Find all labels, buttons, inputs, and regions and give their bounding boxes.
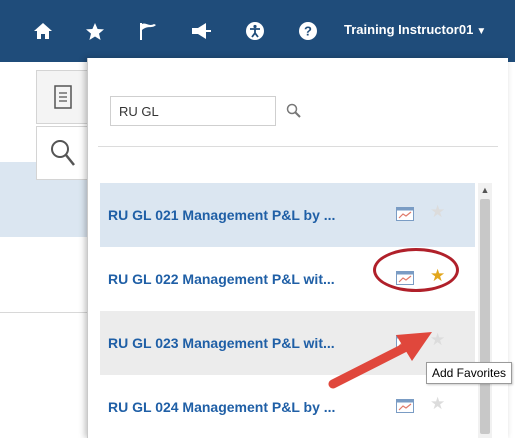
result-row[interactable]: RU GL 021 Management P&L by ... ★ <box>100 183 475 247</box>
background-divider <box>0 312 94 313</box>
search-input[interactable] <box>110 96 276 126</box>
result-row[interactable]: RU GL 023 Management P&L wit... ★ <box>100 311 475 375</box>
results-list: RU GL 021 Management P&L by ... ★ RU GL … <box>100 183 475 438</box>
flag-icon[interactable] <box>135 18 161 44</box>
report-icon[interactable] <box>396 207 414 221</box>
report-icon[interactable] <box>396 335 414 349</box>
panel-divider <box>98 146 498 147</box>
search-icon <box>51 140 75 166</box>
tab-document[interactable] <box>36 70 89 124</box>
magnifier-icon <box>286 103 301 118</box>
report-icon[interactable] <box>396 399 414 413</box>
scroll-thumb[interactable] <box>480 199 490 434</box>
result-link[interactable]: RU GL 023 Management P&L wit... <box>108 335 386 351</box>
results-scrollbar[interactable]: ▲ <box>478 183 492 438</box>
top-nav-bar: ? Training Instructor01 ▼ <box>0 0 515 62</box>
result-row[interactable]: RU GL 024 Management P&L by ... ★ <box>100 375 475 438</box>
favorite-star-icon[interactable]: ★ <box>430 331 445 348</box>
user-name: Training Instructor01 <box>344 22 474 37</box>
svg-text:?: ? <box>304 24 312 39</box>
tab-search[interactable] <box>36 126 89 180</box>
result-link[interactable]: RU GL 022 Management P&L wit... <box>108 271 386 287</box>
alerts-icon[interactable] <box>188 18 214 44</box>
document-icon <box>54 85 72 109</box>
tooltip: Add Favorites <box>426 362 513 384</box>
favorite-star-icon[interactable]: ★ <box>430 395 445 412</box>
scroll-up-icon[interactable]: ▲ <box>478 183 492 197</box>
callout-ellipse <box>373 248 459 292</box>
star-icon[interactable] <box>82 18 108 44</box>
home-icon[interactable] <box>30 18 56 44</box>
accessibility-icon[interactable] <box>242 18 268 44</box>
result-link[interactable]: RU GL 021 Management P&L by ... <box>108 207 386 223</box>
chevron-down-icon: ▼ <box>476 26 487 37</box>
user-menu[interactable]: Training Instructor01 ▼ <box>344 22 486 37</box>
search-button[interactable] <box>283 100 305 122</box>
help-icon[interactable]: ? <box>295 18 321 44</box>
favorite-star-icon[interactable]: ★ <box>430 203 445 220</box>
result-link[interactable]: RU GL 024 Management P&L by ... <box>108 399 386 415</box>
